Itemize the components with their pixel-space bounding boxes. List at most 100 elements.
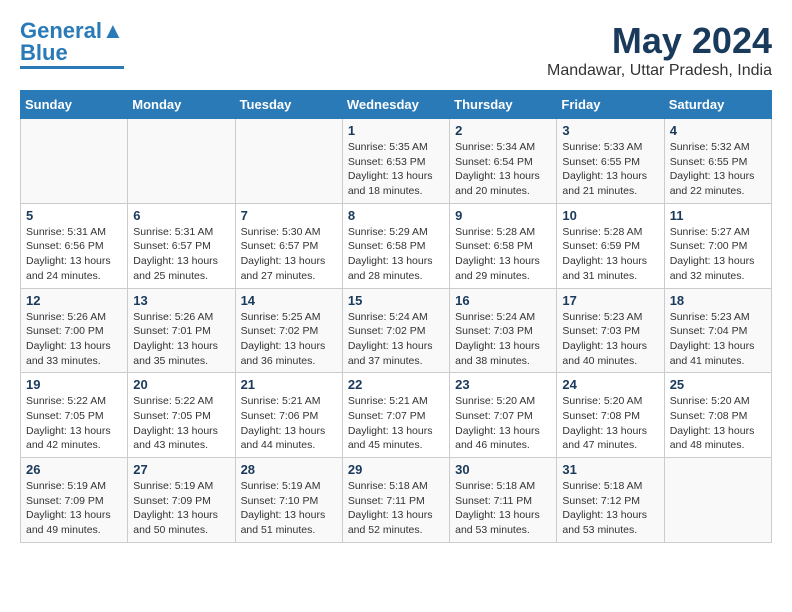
calendar-cell: 1 Sunrise: 5:35 AM Sunset: 6:53 PM Daylig… (342, 119, 449, 204)
calendar-cell: 24Sunrise: 5:20 AM Sunset: 7:08 PM Dayli… (557, 373, 664, 458)
calendar-cell (235, 119, 342, 204)
header-wednesday: Wednesday (342, 91, 449, 119)
day-info: Sunrise: 5:25 AM Sunset: 7:02 PM Dayligh… (241, 310, 337, 369)
calendar-cell: 5Sunrise: 5:31 AM Sunset: 6:56 PM Daylig… (21, 203, 128, 288)
calendar-cell: 18 Sunrise: 5:23 AM Sunset: 7:04 PM Dayli… (664, 288, 771, 373)
day-info: Sunrise: 5:34 AM Sunset: 6:54 PM Dayligh… (455, 140, 551, 199)
day-info: Sunrise: 5:33 AM Sunset: 6:55 PM Dayligh… (562, 140, 658, 199)
calendar-cell: 20Sunrise: 5:22 AM Sunset: 7:05 PM Dayli… (128, 373, 235, 458)
calendar-cell (664, 458, 771, 543)
day-number: 26 (26, 462, 122, 477)
day-number: 21 (241, 377, 337, 392)
day-number: 9 (455, 208, 551, 223)
day-info: Sunrise: 5:30 AM Sunset: 6:57 PM Dayligh… (241, 225, 337, 284)
calendar-week-3: 12 Sunrise: 5:26 AM Sunset: 7:00 PM Dayli… (21, 288, 772, 373)
location: Mandawar, Uttar Pradesh, India (547, 62, 772, 80)
logo-text: General▲Blue (20, 20, 124, 64)
header-thursday: Thursday (450, 91, 557, 119)
calendar-cell: 28Sunrise: 5:19 AM Sunset: 7:10 PM Dayli… (235, 458, 342, 543)
calendar-cell: 22Sunrise: 5:21 AM Sunset: 7:07 PM Dayli… (342, 373, 449, 458)
day-info: Sunrise: 5:26 AM Sunset: 7:01 PM Dayligh… (133, 310, 229, 369)
day-number: 23 (455, 377, 551, 392)
calendar-cell: 4 Sunrise: 5:32 AM Sunset: 6:55 PM Daylig… (664, 119, 771, 204)
day-info: Sunrise: 5:23 AM Sunset: 7:04 PM Dayligh… (670, 310, 766, 369)
calendar-cell: 25 Sunrise: 5:20 AM Sunset: 7:08 PM Dayli… (664, 373, 771, 458)
month-title: May 2024 (547, 20, 772, 62)
calendar-cell: 19 Sunrise: 5:22 AM Sunset: 7:05 PM Dayli… (21, 373, 128, 458)
day-number: 7 (241, 208, 337, 223)
calendar-cell: 30Sunrise: 5:18 AM Sunset: 7:11 PM Dayli… (450, 458, 557, 543)
day-number: 17 (562, 293, 658, 308)
calendar-cell: 17 Sunrise: 5:23 AM Sunset: 7:03 PM Dayli… (557, 288, 664, 373)
header-sunday: Sunday (21, 91, 128, 119)
calendar-week-2: 5Sunrise: 5:31 AM Sunset: 6:56 PM Daylig… (21, 203, 772, 288)
day-info: Sunrise: 5:24 AM Sunset: 7:03 PM Dayligh… (455, 310, 551, 369)
day-info: Sunrise: 5:22 AM Sunset: 7:05 PM Dayligh… (26, 394, 122, 453)
day-info: Sunrise: 5:20 AM Sunset: 7:07 PM Dayligh… (455, 394, 551, 453)
logo-blue: ▲ (102, 18, 124, 43)
day-number: 11 (670, 208, 766, 223)
calendar-week-4: 19 Sunrise: 5:22 AM Sunset: 7:05 PM Dayli… (21, 373, 772, 458)
header-tuesday: Tuesday (235, 91, 342, 119)
calendar-cell: 29 Sunrise: 5:18 AM Sunset: 7:11 PM Dayli… (342, 458, 449, 543)
day-number: 30 (455, 462, 551, 477)
day-number: 13 (133, 293, 229, 308)
day-number: 12 (26, 293, 122, 308)
day-number: 25 (670, 377, 766, 392)
calendar-cell: 26Sunrise: 5:19 AM Sunset: 7:09 PM Dayli… (21, 458, 128, 543)
day-number: 1 (348, 123, 444, 138)
page-header: General▲Blue May 2024 Mandawar, Uttar Pr… (20, 20, 772, 80)
calendar-cell: 31Sunrise: 5:18 AM Sunset: 7:12 PM Dayli… (557, 458, 664, 543)
calendar-cell: 2 Sunrise: 5:34 AM Sunset: 6:54 PM Daylig… (450, 119, 557, 204)
calendar-cell: 3 Sunrise: 5:33 AM Sunset: 6:55 PM Daylig… (557, 119, 664, 204)
calendar-cell: 23 Sunrise: 5:20 AM Sunset: 7:07 PM Dayli… (450, 373, 557, 458)
day-number: 4 (670, 123, 766, 138)
calendar-cell: 11Sunrise: 5:27 AM Sunset: 7:00 PM Dayli… (664, 203, 771, 288)
calendar-cell: 9Sunrise: 5:28 AM Sunset: 6:58 PM Daylig… (450, 203, 557, 288)
day-number: 18 (670, 293, 766, 308)
calendar-cell: 16 Sunrise: 5:24 AM Sunset: 7:03 PM Dayli… (450, 288, 557, 373)
day-info: Sunrise: 5:20 AM Sunset: 7:08 PM Dayligh… (670, 394, 766, 453)
calendar-table: SundayMondayTuesdayWednesdayThursdayFrid… (20, 90, 772, 543)
calendar-cell: 13 Sunrise: 5:26 AM Sunset: 7:01 PM Dayli… (128, 288, 235, 373)
calendar-header-row: SundayMondayTuesdayWednesdayThursdayFrid… (21, 91, 772, 119)
day-number: 8 (348, 208, 444, 223)
calendar-week-1: 1 Sunrise: 5:35 AM Sunset: 6:53 PM Daylig… (21, 119, 772, 204)
calendar-cell: 7 Sunrise: 5:30 AM Sunset: 6:57 PM Daylig… (235, 203, 342, 288)
day-number: 29 (348, 462, 444, 477)
day-info: Sunrise: 5:24 AM Sunset: 7:02 PM Dayligh… (348, 310, 444, 369)
day-number: 24 (562, 377, 658, 392)
calendar-cell: 8 Sunrise: 5:29 AM Sunset: 6:58 PM Daylig… (342, 203, 449, 288)
calendar-cell: 12 Sunrise: 5:26 AM Sunset: 7:00 PM Dayli… (21, 288, 128, 373)
day-number: 19 (26, 377, 122, 392)
calendar-cell: 10Sunrise: 5:28 AM Sunset: 6:59 PM Dayli… (557, 203, 664, 288)
header-monday: Monday (128, 91, 235, 119)
day-number: 3 (562, 123, 658, 138)
day-number: 31 (562, 462, 658, 477)
calendar-cell: 14Sunrise: 5:25 AM Sunset: 7:02 PM Dayli… (235, 288, 342, 373)
calendar-cell: 21 Sunrise: 5:21 AM Sunset: 7:06 PM Dayli… (235, 373, 342, 458)
header-saturday: Saturday (664, 91, 771, 119)
day-info: Sunrise: 5:35 AM Sunset: 6:53 PM Dayligh… (348, 140, 444, 199)
day-info: Sunrise: 5:28 AM Sunset: 6:59 PM Dayligh… (562, 225, 658, 284)
day-info: Sunrise: 5:23 AM Sunset: 7:03 PM Dayligh… (562, 310, 658, 369)
logo: General▲Blue (20, 20, 124, 69)
day-info: Sunrise: 5:31 AM Sunset: 6:56 PM Dayligh… (26, 225, 122, 284)
day-number: 16 (455, 293, 551, 308)
day-info: Sunrise: 5:21 AM Sunset: 7:06 PM Dayligh… (241, 394, 337, 453)
day-info: Sunrise: 5:26 AM Sunset: 7:00 PM Dayligh… (26, 310, 122, 369)
day-number: 2 (455, 123, 551, 138)
calendar-week-5: 26Sunrise: 5:19 AM Sunset: 7:09 PM Dayli… (21, 458, 772, 543)
day-info: Sunrise: 5:22 AM Sunset: 7:05 PM Dayligh… (133, 394, 229, 453)
header-friday: Friday (557, 91, 664, 119)
calendar-cell: 6Sunrise: 5:31 AM Sunset: 6:57 PM Daylig… (128, 203, 235, 288)
day-info: Sunrise: 5:31 AM Sunset: 6:57 PM Dayligh… (133, 225, 229, 284)
day-info: Sunrise: 5:18 AM Sunset: 7:11 PM Dayligh… (348, 479, 444, 538)
title-block: May 2024 Mandawar, Uttar Pradesh, India (547, 20, 772, 80)
day-info: Sunrise: 5:29 AM Sunset: 6:58 PM Dayligh… (348, 225, 444, 284)
logo-underline (20, 66, 124, 69)
day-info: Sunrise: 5:32 AM Sunset: 6:55 PM Dayligh… (670, 140, 766, 199)
calendar-cell (128, 119, 235, 204)
calendar-cell: 15Sunrise: 5:24 AM Sunset: 7:02 PM Dayli… (342, 288, 449, 373)
day-info: Sunrise: 5:21 AM Sunset: 7:07 PM Dayligh… (348, 394, 444, 453)
